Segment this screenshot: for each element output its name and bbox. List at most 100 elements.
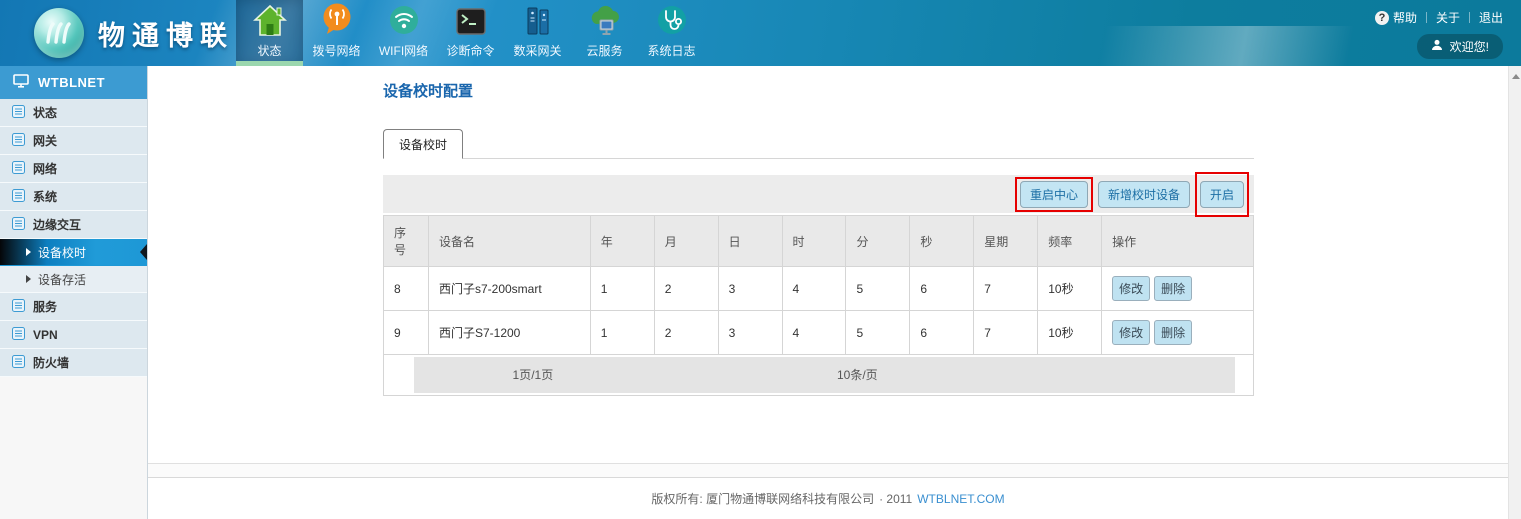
col-header-device: 设备名 (428, 216, 590, 267)
nav-item-data-gateway[interactable]: 数采网关 (504, 0, 571, 66)
cell-device-name: 西门子s7-200smart (428, 267, 590, 311)
sidebar-item-network[interactable]: 网络 (0, 155, 147, 183)
page-count-text: 1页/1页 (513, 357, 554, 393)
brand-logo: 物通博联 (0, 0, 236, 66)
col-header-weekday: 星期 (974, 216, 1038, 267)
cell-hour: 4 (782, 267, 846, 311)
divider (1426, 12, 1427, 23)
nav-label: 状态 (257, 42, 281, 59)
cell-year: 1 (590, 311, 654, 355)
sidebar-item-edge-interaction[interactable]: 边缘交互 (0, 211, 147, 239)
sidebar-item-device-timing[interactable]: 设备校时 (0, 239, 147, 266)
nav-item-status[interactable]: 状态 (236, 0, 303, 66)
nav-label: 拨号网络 (312, 42, 360, 59)
edit-button[interactable]: 修改 (1112, 320, 1150, 345)
user-icon (1431, 39, 1443, 54)
site-link[interactable]: WTBLNET.COM (917, 492, 1004, 506)
enable-button[interactable]: 开启 (1200, 181, 1244, 208)
tab-bar: 设备校时 (383, 132, 1254, 159)
table-row: 8 西门子s7-200smart 1 2 3 4 5 6 7 10秒 修改删除 (384, 267, 1254, 311)
col-header-minute: 分 (846, 216, 910, 267)
table-row: 9 西门子S7-1200 1 2 3 4 5 6 7 10秒 修改删除 (384, 311, 1254, 355)
pagination-bar[interactable]: 1页/1页 10条/页 (414, 357, 1235, 393)
terminal-icon (454, 1, 488, 37)
cell-weekday: 7 (974, 311, 1038, 355)
about-link[interactable]: 关于 (1436, 9, 1460, 26)
sidebar-item-system[interactable]: 系统 (0, 183, 147, 211)
cell-day: 3 (718, 267, 782, 311)
copyright-text: 版权所有: 厦门物通博联网络科技有限公司 (651, 490, 874, 507)
cell-second: 6 (910, 267, 974, 311)
content-area: 设备校时配置 设备校时 重启中心 新增校时设备 开启 (148, 66, 1508, 463)
nav-item-diagnostic-command[interactable]: 诊断命令 (437, 0, 504, 66)
cell-month: 2 (654, 311, 718, 355)
cell-month: 2 (654, 267, 718, 311)
footer-divider-strip (148, 463, 1508, 478)
toolbar: 重启中心 新增校时设备 开启 (383, 175, 1254, 213)
col-header-actions: 操作 (1102, 216, 1254, 267)
col-header-second: 秒 (910, 216, 974, 267)
nav-item-wifi-network[interactable]: WIFI网络 (370, 0, 437, 66)
sidebar: WTBLNET 状态 网关 网络 系统 边缘交互 设备校时 设备存活 (0, 66, 148, 519)
cell-index: 9 (384, 311, 429, 355)
nav-label: 数采网关 (513, 42, 561, 59)
user-area: ? 帮助 关于 退出 欢迎您! (1375, 0, 1521, 66)
dialup-network-icon (320, 1, 354, 37)
logout-link[interactable]: 退出 (1479, 9, 1503, 26)
copyright-year: · 2011 (879, 492, 912, 506)
top-header-bar: 物通博联 状态 (0, 0, 1521, 66)
sidebar-item-service[interactable]: 服务 (0, 293, 147, 321)
annotation-box-reboot-center: 重启中心 (1015, 177, 1093, 212)
sidebar-item-gateway[interactable]: 网关 (0, 127, 147, 155)
sidebar-header: WTBLNET (0, 66, 147, 99)
sidebar-item-status[interactable]: 状态 (0, 99, 147, 127)
list-icon (12, 161, 25, 177)
cell-frequency: 10秒 (1038, 311, 1102, 355)
sidebar-item-device-alive[interactable]: 设备存活 (0, 266, 147, 293)
delete-button[interactable]: 删除 (1154, 276, 1192, 301)
top-navigation: 状态 拨号网络 (236, 0, 705, 66)
col-header-month: 月 (654, 216, 718, 267)
cell-year: 1 (590, 267, 654, 311)
scrollbar-track[interactable] (1508, 66, 1521, 519)
cell-actions: 修改删除 (1102, 267, 1254, 311)
reboot-center-button[interactable]: 重启中心 (1020, 181, 1088, 208)
caret-right-icon (26, 275, 31, 283)
page-title: 设备校时配置 (383, 80, 1508, 101)
sidebar-item-firewall[interactable]: 防火墙 (0, 349, 147, 377)
list-icon (12, 299, 25, 315)
delete-button[interactable]: 删除 (1154, 320, 1192, 345)
nav-item-cloud-service[interactable]: 云服务 (571, 0, 638, 66)
cell-index: 8 (384, 267, 429, 311)
cell-day: 3 (718, 311, 782, 355)
add-timing-device-button[interactable]: 新增校时设备 (1098, 181, 1190, 208)
col-header-hour: 时 (782, 216, 846, 267)
cell-second: 6 (910, 311, 974, 355)
data-gateway-icon (521, 1, 555, 37)
scroll-up-icon[interactable] (1512, 74, 1520, 79)
sidebar-item-vpn[interactable]: VPN (0, 321, 147, 349)
edit-button[interactable]: 修改 (1112, 276, 1150, 301)
cell-device-name: 西门子S7-1200 (428, 311, 590, 355)
nav-item-system-log[interactable]: 系统日志 (638, 0, 705, 66)
main-panel: 设备校时配置 设备校时 重启中心 新增校时设备 开启 (148, 66, 1508, 519)
list-icon (12, 355, 25, 371)
list-icon (12, 133, 25, 149)
welcome-badge[interactable]: 欢迎您! (1417, 34, 1503, 59)
per-page-text: 10条/页 (837, 357, 878, 393)
table-header-row: 序号 设备名 年 月 日 时 分 秒 星期 频率 操作 (384, 216, 1254, 267)
wifi-icon (387, 1, 421, 37)
system-log-icon (655, 1, 689, 37)
quick-links: ? 帮助 关于 退出 (1375, 9, 1503, 26)
list-icon (12, 189, 25, 205)
brand-sphere-icon (34, 8, 84, 58)
tab-device-timing[interactable]: 设备校时 (383, 129, 463, 159)
monitor-icon (13, 74, 29, 91)
cell-actions: 修改删除 (1102, 311, 1254, 355)
help-link[interactable]: ? 帮助 (1375, 9, 1417, 26)
nav-label: 云服务 (586, 42, 622, 59)
caret-right-icon (26, 248, 31, 256)
nav-item-dialup-network[interactable]: 拨号网络 (303, 0, 370, 66)
brand-name: 物通博联 (98, 14, 234, 53)
divider (1469, 12, 1470, 23)
